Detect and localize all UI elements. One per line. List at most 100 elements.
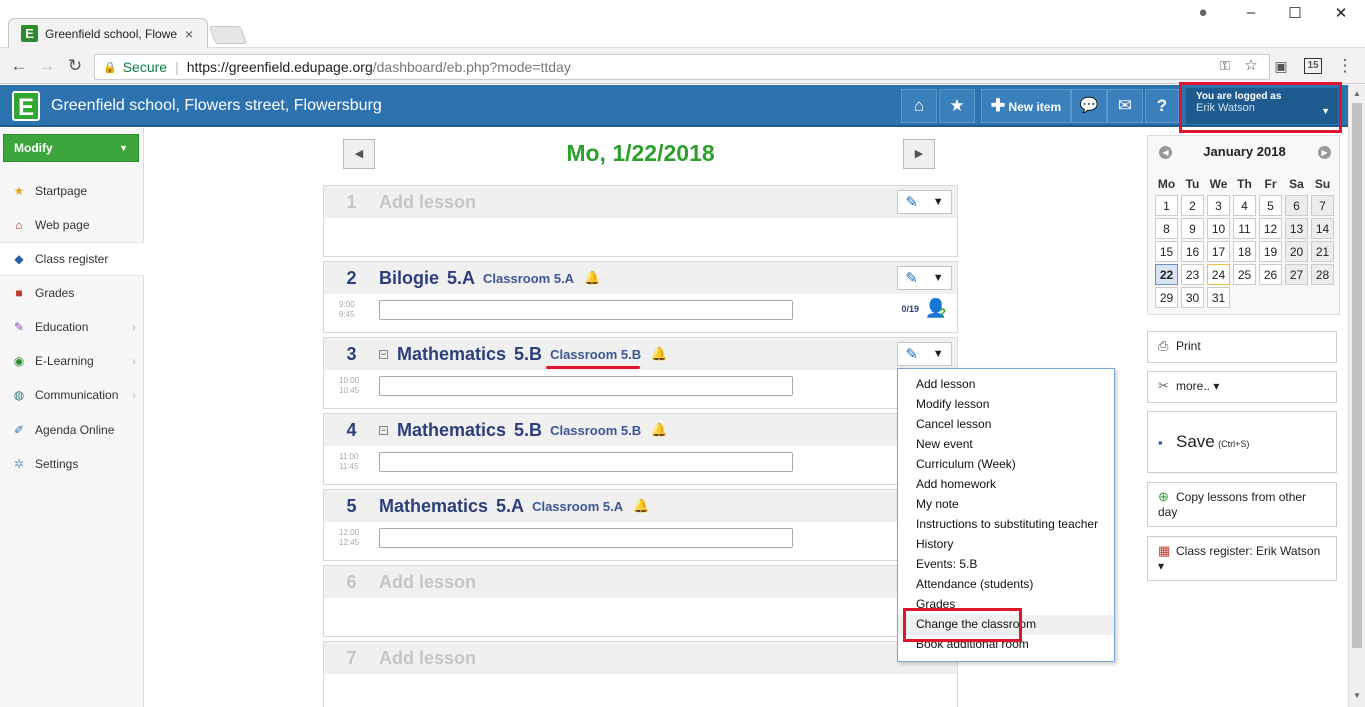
lesson-topic-input[interactable] [379, 376, 793, 396]
previous-day-button[interactable]: ◀ [343, 139, 375, 169]
modify-button[interactable]: Modify ▼ [3, 134, 139, 162]
menu-item-add-lesson[interactable]: Add lesson [898, 375, 1114, 395]
lesson-topic-input[interactable] [379, 300, 793, 320]
home-icon[interactable]: ⌂ [901, 89, 937, 123]
collapse-icon[interactable]: − [379, 425, 388, 435]
calendar-day[interactable]: 1 [1155, 195, 1178, 216]
more-button[interactable]: ✂ more.. ▾ [1147, 371, 1337, 403]
sidebar-item-startpage[interactable]: ★ Startpage [0, 174, 144, 208]
sidebar-item-class-register[interactable]: ◆ Class register [0, 242, 144, 276]
calendar-day[interactable]: 17 [1207, 241, 1230, 262]
mail-icon[interactable]: ✉ [1107, 89, 1143, 123]
favorites-star-icon[interactable]: ★ [939, 89, 975, 123]
lesson-subject[interactable]: Mathematics [397, 420, 506, 441]
close-window-button[interactable]: ✕ [1326, 4, 1356, 26]
calendar-day[interactable]: 3 [1207, 195, 1230, 216]
lesson-class[interactable]: 5.B [514, 420, 542, 441]
minimize-button[interactable]: – [1236, 4, 1266, 26]
scrollbar-thumb[interactable] [1352, 103, 1362, 648]
next-day-button[interactable]: ▶ [903, 139, 935, 169]
lesson-class[interactable]: 5.A [496, 496, 524, 517]
calendar-day[interactable]: 16 [1181, 241, 1204, 262]
bookmark-star-icon[interactable]: ☆ [1240, 55, 1262, 77]
cast-icon[interactable]: ▣ [1270, 55, 1292, 77]
menu-item-modify-lesson[interactable]: Modify lesson [898, 395, 1114, 415]
copy-lessons-button[interactable]: ⊕ Copy lessons from other day [1147, 482, 1337, 527]
menu-item-my-note[interactable]: My note [898, 495, 1114, 515]
browser-tab[interactable]: E Greenfield school, Flower × [8, 18, 208, 48]
calendar-day[interactable]: 12 [1259, 218, 1282, 239]
calendar-day[interactable]: 9 [1181, 218, 1204, 239]
menu-dots-icon[interactable]: ⋮ [1334, 55, 1356, 77]
sidebar-item-education[interactable]: ✎ Education › [0, 310, 144, 344]
calendar-day[interactable]: 4 [1233, 195, 1256, 216]
calendar-day[interactable]: 15 [1155, 241, 1178, 262]
new-item-button[interactable]: ✚ New item [981, 89, 1071, 123]
lesson-topic-input[interactable] [379, 452, 793, 472]
calendar-day-selected[interactable]: 22 [1155, 264, 1178, 285]
calendar-day[interactable]: 19 [1259, 241, 1282, 262]
calendar-day[interactable]: 7 [1311, 195, 1334, 216]
scroll-down-icon[interactable]: ▼ [1353, 691, 1361, 700]
school-name[interactable]: Greenfield school, Flowers street, Flowe… [51, 97, 382, 115]
calendar-day[interactable]: 18 [1233, 241, 1256, 262]
lesson-topic-input[interactable] [379, 528, 793, 548]
calendar-day[interactable]: 27 [1285, 264, 1308, 285]
menu-item-attendance[interactable]: Attendance (students) [898, 575, 1114, 595]
lesson-room[interactable]: Classroom 5.B [550, 347, 641, 362]
menu-item-curriculum[interactable]: Curriculum (Week) [898, 455, 1114, 475]
calendar-day[interactable]: 21 [1311, 241, 1334, 262]
lesson-edit-menu-button[interactable]: ✎ ▼ [897, 342, 952, 366]
lesson-subject[interactable]: Bilogie [379, 268, 439, 289]
calendar-day[interactable]: 13 [1285, 218, 1308, 239]
lesson-class[interactable]: 5.A [447, 268, 475, 289]
menu-item-substitute-instructions[interactable]: Instructions to substituting teacher [898, 515, 1114, 535]
calendar-day[interactable]: 23 [1181, 264, 1204, 285]
sidebar-item-agenda-online[interactable]: ✐ Agenda Online [0, 413, 144, 447]
lesson-edit-menu-button[interactable]: ✎ ▼ [897, 266, 952, 290]
calendar-day[interactable]: 11 [1233, 218, 1256, 239]
lesson-class[interactable]: 5.B [514, 344, 542, 365]
calendar-day[interactable]: 2 [1181, 195, 1204, 216]
page-scrollbar[interactable]: ▲ ▼ [1348, 85, 1365, 707]
sidebar-item-settings[interactable]: ✲ Settings [0, 447, 144, 481]
sidebar-item-grades[interactable]: ■ Grades [0, 276, 144, 310]
extension-icon[interactable]: 15 [1304, 58, 1322, 74]
scroll-up-icon[interactable]: ▲ [1353, 89, 1361, 98]
maximize-button[interactable]: ☐ [1280, 4, 1310, 26]
menu-item-new-event[interactable]: New event [898, 435, 1114, 455]
lesson-subject[interactable]: Mathematics [379, 496, 488, 517]
calendar-day[interactable]: 26 [1259, 264, 1282, 285]
calendar-day[interactable]: 29 [1155, 287, 1178, 308]
class-register-user-button[interactable]: ▦ Class register: Erik Watson ▾ [1147, 536, 1337, 581]
next-month-icon[interactable]: ▶ [1318, 146, 1331, 159]
attendance-people-icon[interactable]: 👤? [925, 298, 947, 320]
calendar-day[interactable]: 5 [1259, 195, 1282, 216]
edupage-logo[interactable]: E [12, 91, 40, 121]
key-icon[interactable]: ⚿ [1214, 55, 1236, 77]
chat-icon[interactable]: 💬 [1071, 89, 1107, 123]
reload-icon[interactable]: ↻ [64, 55, 86, 77]
save-button[interactable]: ▪ Save (Ctrl+S) [1147, 411, 1337, 473]
calendar-day[interactable]: 28 [1311, 264, 1334, 285]
calendar-day[interactable]: 25 [1233, 264, 1256, 285]
calendar-day[interactable]: 6 [1285, 195, 1308, 216]
calendar-day-today[interactable]: 24 [1207, 264, 1230, 285]
menu-item-history[interactable]: History [898, 535, 1114, 555]
sidebar-item-web-page[interactable]: ⌂ Web page [0, 208, 144, 242]
calendar-day[interactable]: 8 [1155, 218, 1178, 239]
calendar-day[interactable]: 30 [1181, 287, 1204, 308]
add-lesson-link[interactable]: Add lesson [379, 648, 476, 669]
lesson-room[interactable]: Classroom 5.B [550, 423, 641, 438]
lesson-room[interactable]: Classroom 5.A [483, 271, 574, 286]
calendar-day[interactable]: 20 [1285, 241, 1308, 262]
sidebar-item-e-learning[interactable]: ◉ E-Learning › [0, 344, 144, 378]
collapse-icon[interactable]: − [379, 349, 388, 359]
help-button[interactable]: ? [1145, 89, 1179, 123]
sidebar-item-communication[interactable]: ◍ Communication › [0, 378, 144, 412]
tab-close-icon[interactable]: × [185, 26, 193, 42]
new-tab-button[interactable] [208, 26, 248, 44]
add-lesson-link[interactable]: Add lesson [379, 192, 476, 213]
url-input[interactable]: 🔒 Secure | https://greenfield.edupage.or… [94, 54, 1270, 80]
calendar-day[interactable]: 14 [1311, 218, 1334, 239]
